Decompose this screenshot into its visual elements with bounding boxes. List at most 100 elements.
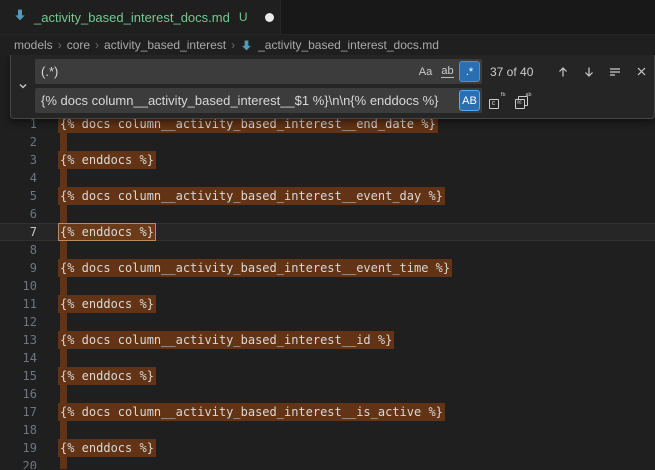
find-match-highlight: {% docs column__activity_based_interest_… [58,403,445,421]
breadcrumb-file[interactable]: _activity_based_interest_docs.md [258,38,439,52]
breadcrumb-separator: › [231,38,235,52]
match-case-button[interactable]: Aa [415,61,436,82]
line-content [37,133,655,151]
find-match-highlight: {% docs column__activity_based_interest_… [58,187,445,205]
line-content [37,205,655,223]
find-match-highlight: {% enddocs %} [58,367,156,385]
breadcrumb-item-core[interactable]: core [67,38,90,52]
editor-pane[interactable]: Aa ab .* 37 of 40 [0,55,655,469]
editor-tab[interactable]: _activity_based_interest_docs.md U [0,0,281,34]
breadcrumb-item-activity-based-interest[interactable]: activity_based_interest [104,38,226,52]
line-number[interactable]: 3 [0,151,37,169]
line-content [37,313,655,331]
line-number[interactable]: 7 [0,223,37,241]
line-content [37,349,655,367]
find-match-highlight [60,457,67,469]
line-number[interactable]: 11 [0,295,37,313]
replace-all-button[interactable]: ᵃᵇᵃᶜ [512,90,534,112]
find-row: Aa ab .* 37 of 40 [35,59,649,84]
breadcrumb-separator: › [58,38,62,52]
line-content: {% docs column__activity_based_interest_… [37,187,655,205]
chevron-down-icon [17,80,29,92]
editor-line[interactable]: 5 {% docs column__activity_based_interest… [0,187,655,205]
find-match-highlight [60,313,67,331]
editor-line[interactable]: 8 [0,241,655,259]
editor-line[interactable]: 10 [0,277,655,295]
editor-line[interactable]: 18 [0,421,655,439]
editor-line[interactable]: 15 {% enddocs %} [0,367,655,385]
find-match-highlight [60,385,67,403]
line-content: {% enddocs %} [37,295,655,313]
line-number[interactable]: 13 [0,331,37,349]
line-number[interactable]: 9 [0,259,37,277]
find-match-highlight [60,421,67,439]
line-number[interactable]: 12 [0,313,37,331]
find-replace-widget: Aa ab .* 37 of 40 [10,55,655,119]
editor-line[interactable]: 16 [0,385,655,403]
line-number[interactable]: 20 [0,457,37,469]
line-number[interactable]: 16 [0,385,37,403]
toggle-replace-button[interactable] [11,59,35,113]
git-status-badge: U [239,10,248,24]
close-icon[interactable] [630,61,652,83]
editor-line[interactable]: 6 [0,205,655,223]
whole-word-button[interactable]: ab [437,61,458,82]
line-content [37,457,655,469]
line-content [37,421,655,439]
line-content: {% enddocs %} [37,223,655,241]
editor-line[interactable]: 14 [0,349,655,367]
line-number[interactable]: 15 [0,367,37,385]
editor-line[interactable]: 13 {% docs column__activity_based_interes… [0,331,655,349]
whole-word-label: ab [441,65,453,78]
previous-match-button[interactable] [552,61,574,83]
replace-button[interactable]: ᶠᵇc [486,90,508,112]
breadcrumb: models › core › activity_based_interest … [0,35,655,55]
editor-line[interactable]: 3 {% enddocs %} [0,151,655,169]
line-number[interactable]: 18 [0,421,37,439]
editor-line[interactable]: 4 [0,169,655,187]
editor-line[interactable]: 7{% enddocs %} [0,223,655,241]
editor-line[interactable]: 2 [0,133,655,151]
line-number[interactable]: 8 [0,241,37,259]
regex-button[interactable]: .* [459,61,480,82]
find-match-highlight: {% enddocs %} [58,151,156,169]
line-number[interactable]: 19 [0,439,37,457]
find-match-highlight: {% enddocs %} [58,295,156,313]
replace-icon: ᶠᵇc [489,92,506,109]
find-input-box: Aa ab .* [35,59,482,84]
replace-input-box: AB [35,88,482,113]
line-number[interactable]: 10 [0,277,37,295]
find-match-highlight [60,349,67,367]
editor-line[interactable]: 12 [0,313,655,331]
replace-all-icon: ᵃᵇᵃᶜ [515,92,532,109]
line-number[interactable]: 4 [0,169,37,187]
find-match-highlight [60,277,67,295]
line-number[interactable]: 6 [0,205,37,223]
find-in-selection-button[interactable] [604,61,626,83]
replace-input[interactable] [41,93,458,108]
editor-line[interactable]: 9 {% docs column__activity_based_interest… [0,259,655,277]
editor-line[interactable]: 19{% enddocs %} [0,439,655,457]
preserve-case-button[interactable]: AB [459,90,480,111]
breadcrumb-item-models[interactable]: models [14,38,53,52]
editor-line[interactable]: 11 {% enddocs %} [0,295,655,313]
editor-line[interactable]: 20 [0,457,655,469]
line-content: {% enddocs %} [37,367,655,385]
tab-filename: _activity_based_interest_docs.md [34,10,230,25]
next-match-button[interactable] [578,61,600,83]
line-number[interactable]: 14 [0,349,37,367]
line-content [37,241,655,259]
line-content: {% docs column__activity_based_interest_… [37,259,655,277]
find-match-highlight: {% docs column__activity_based_interest_… [58,259,452,277]
line-number[interactable]: 5 [0,187,37,205]
find-input[interactable] [41,64,414,79]
line-content: {% docs column__activity_based_interest_… [37,331,655,349]
editor-line[interactable]: 17 {% docs column__activity_based_interes… [0,403,655,421]
line-number[interactable]: 17 [0,403,37,421]
line-content [37,277,655,295]
unsaved-changes-dot[interactable] [265,13,274,22]
line-number[interactable]: 2 [0,133,37,151]
find-match-highlight: {% docs column__activity_based_interest_… [58,331,394,349]
find-match-highlight [60,133,67,151]
line-content: {% enddocs %} [37,151,655,169]
